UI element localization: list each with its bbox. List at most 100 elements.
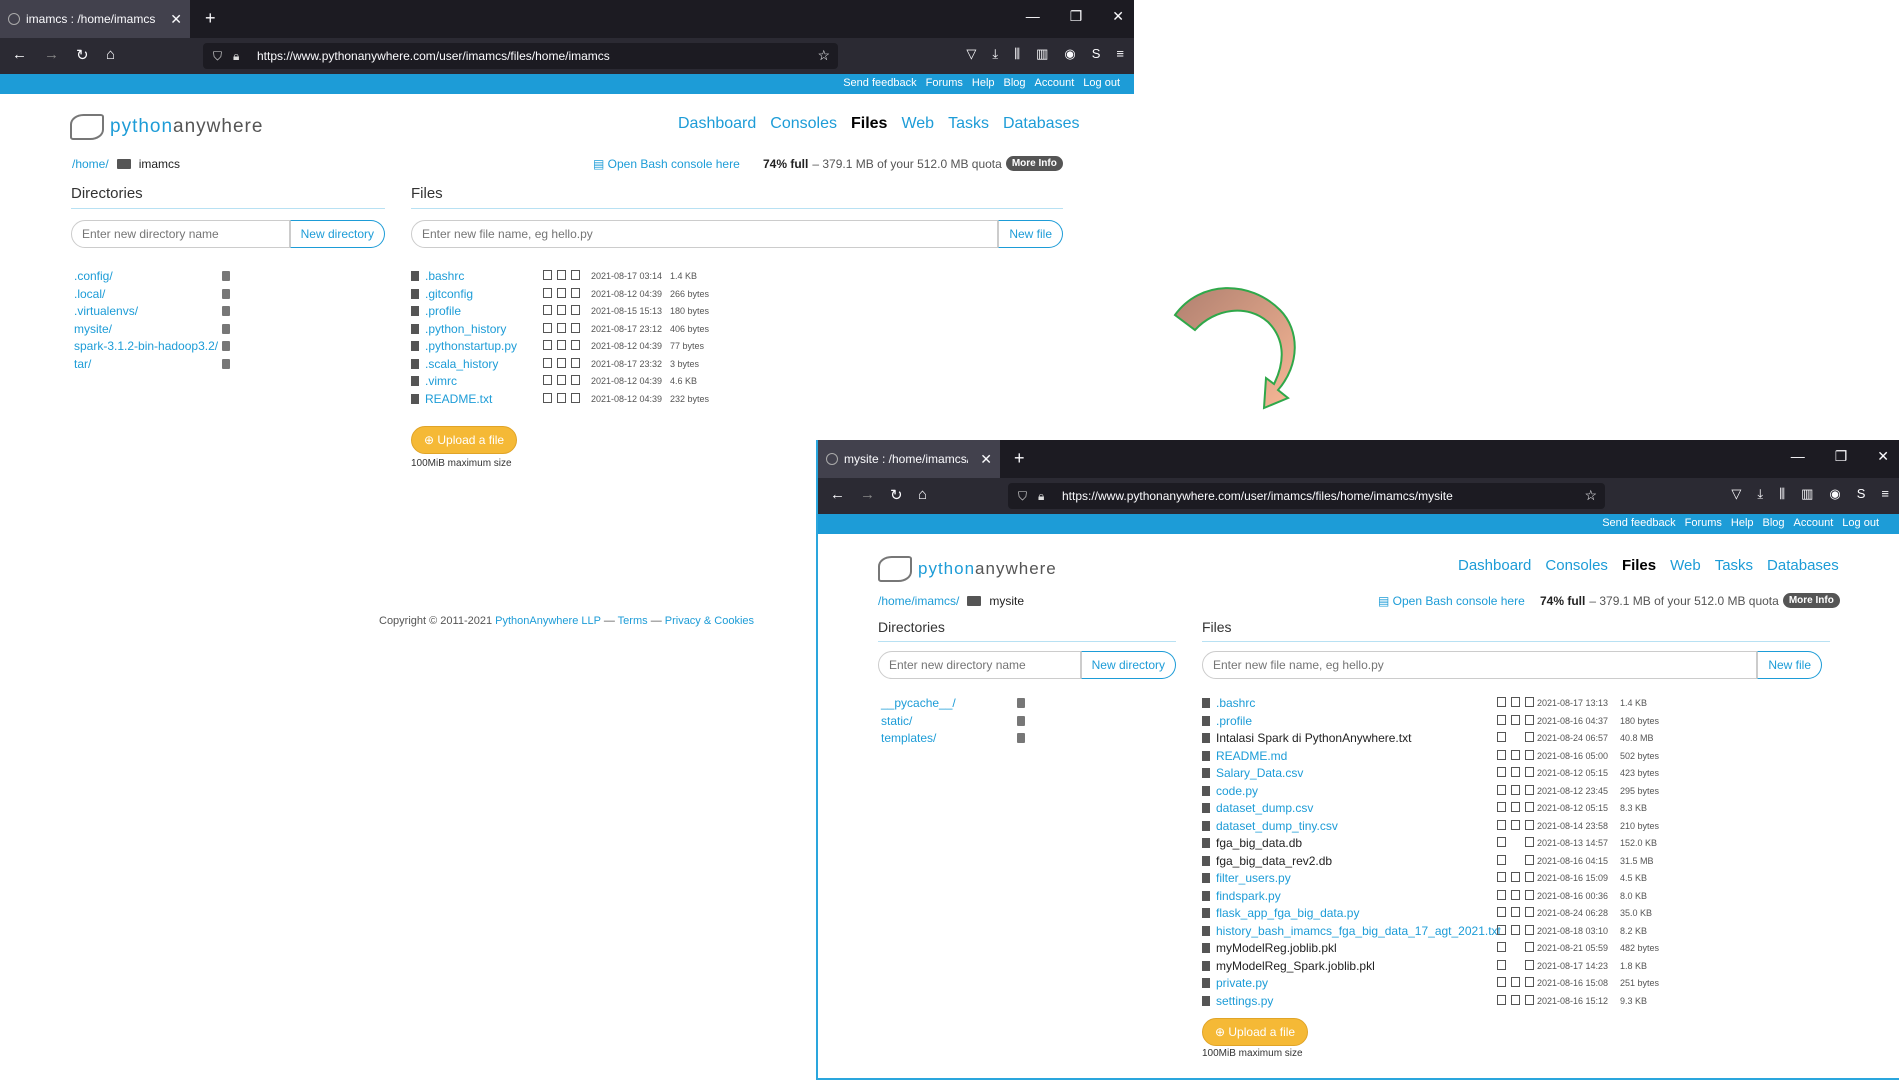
extension-icon[interactable]: ◉ [1064, 46, 1075, 62]
edit-icon[interactable] [1511, 924, 1520, 935]
file-link[interactable]: settings.py [1216, 994, 1273, 1008]
file-link[interactable]: dataset_dump.csv [1216, 801, 1313, 815]
file-link[interactable]: .profile [1216, 714, 1252, 728]
menu-icon[interactable]: ≡ [1881, 486, 1889, 502]
delete-icon[interactable] [1525, 767, 1534, 777]
shield-icon[interactable]: ⛉ [213, 49, 222, 64]
url-bar[interactable]: ⛉ 🔒︎ https://www.pythonanywhere.com/user… [203, 43, 838, 69]
browser-tab[interactable]: mysite : /home/imamcs/mysite ✕ [818, 440, 1000, 478]
delete-icon[interactable] [1525, 942, 1534, 952]
lock-icon[interactable]: 🔒︎ [1038, 489, 1044, 504]
nav-web[interactable]: Web [901, 115, 934, 133]
download-icon[interactable] [543, 357, 552, 368]
download-icon[interactable] [543, 322, 552, 333]
restore-icon[interactable]: ❐ [1835, 448, 1848, 465]
new-tab-icon[interactable]: + [1014, 448, 1025, 469]
file-link[interactable]: fga_big_data_rev2.db [1216, 854, 1332, 868]
directory-link[interactable]: .virtualenvs/ [74, 304, 138, 318]
file-link[interactable]: Intalasi Spark di PythonAnywhere.txt [1216, 731, 1411, 745]
download-icon[interactable] [1497, 802, 1506, 812]
download-icon[interactable] [543, 270, 552, 280]
nav-databases[interactable]: Databases [1767, 557, 1839, 574]
edit-icon[interactable] [1511, 994, 1520, 1005]
file-link[interactable]: myModelReg_Spark.joblib.pkl [1216, 959, 1375, 973]
logo[interactable]: pythonanywhere [70, 114, 263, 140]
edit-icon[interactable] [1511, 697, 1520, 707]
send-feedback-link[interactable]: Send feedback [843, 77, 916, 89]
new-directory-input[interactable] [878, 651, 1081, 679]
download-icon[interactable]: ⤓ [1757, 486, 1763, 502]
new-directory-button[interactable]: New directory [1080, 651, 1176, 679]
upload-file-button[interactable]: ⊕ Upload a file [411, 426, 518, 454]
browser-tab[interactable]: imamcs : /home/imamcs : Dire ✕ [0, 0, 190, 38]
directory-link[interactable]: .local/ [74, 287, 105, 301]
download-icon[interactable] [1497, 837, 1506, 847]
close-window-icon[interactable]: ✕ [1877, 448, 1889, 465]
reload-icon[interactable]: ↻ [890, 486, 903, 504]
nav-tasks[interactable]: Tasks [1715, 557, 1753, 574]
download-icon[interactable]: ⤓ [992, 46, 998, 62]
new-directory-button[interactable]: New directory [289, 220, 385, 248]
download-icon[interactable] [1497, 767, 1506, 777]
footer-terms-link[interactable]: Terms [618, 615, 648, 627]
download-icon[interactable] [543, 392, 552, 403]
shield-icon[interactable]: ⛉ [1018, 489, 1027, 504]
nav-consoles[interactable]: Consoles [770, 115, 837, 133]
download-icon[interactable] [543, 340, 552, 350]
delete-icon[interactable] [571, 270, 580, 280]
delete-icon[interactable] [571, 357, 580, 368]
delete-icon[interactable] [1525, 697, 1534, 707]
download-icon[interactable] [1497, 889, 1506, 900]
file-link[interactable]: private.py [1216, 976, 1268, 990]
delete-icon[interactable] [222, 358, 230, 369]
help-link[interactable]: Help [972, 77, 995, 89]
sidebar-icon[interactable]: ▥ [1801, 486, 1813, 502]
delete-icon[interactable] [1525, 977, 1534, 987]
nav-web[interactable]: Web [1670, 557, 1701, 574]
minimize-icon[interactable]: — [1791, 448, 1805, 465]
download-icon[interactable] [1497, 907, 1506, 917]
edit-icon[interactable] [557, 392, 566, 403]
more-info-button[interactable]: More Info [1005, 156, 1063, 171]
url-bar[interactable]: ⛉ 🔒︎ https://www.pythonanywhere.com/user… [1008, 483, 1605, 509]
edit-icon[interactable] [557, 322, 566, 333]
delete-icon[interactable] [571, 392, 580, 403]
nav-dashboard[interactable]: Dashboard [678, 115, 756, 133]
download-icon[interactable] [1497, 942, 1506, 952]
download-icon[interactable] [1497, 732, 1506, 742]
download-icon[interactable] [1497, 977, 1506, 987]
edit-icon[interactable] [557, 270, 566, 280]
file-link[interactable]: findspark.py [1216, 889, 1281, 903]
more-info-button[interactable]: More Info [1782, 593, 1840, 608]
nav-consoles[interactable]: Consoles [1545, 557, 1608, 574]
download-icon[interactable] [1497, 697, 1506, 707]
pocket-icon[interactable]: ▽ [1731, 486, 1741, 502]
download-icon[interactable] [1497, 749, 1506, 760]
download-icon[interactable] [1497, 784, 1506, 795]
delete-icon[interactable] [222, 288, 230, 299]
extension-s-icon[interactable]: S [1857, 486, 1866, 502]
back-icon[interactable]: ← [12, 46, 27, 63]
account-link[interactable]: Account [1035, 77, 1075, 89]
file-link[interactable]: .python_history [425, 322, 506, 336]
breadcrumb-link[interactable]: /home/ [72, 157, 109, 171]
home-icon[interactable]: ⌂ [106, 46, 115, 63]
delete-icon[interactable] [1525, 732, 1534, 742]
edit-icon[interactable] [1511, 784, 1520, 795]
logo[interactable]: pythonanywhere [878, 556, 1057, 582]
directory-link[interactable]: mysite/ [74, 322, 112, 336]
edit-icon[interactable] [1511, 714, 1520, 725]
download-icon[interactable] [1497, 854, 1506, 865]
nav-databases[interactable]: Databases [1003, 115, 1080, 133]
directory-link[interactable]: templates/ [881, 731, 936, 745]
file-link[interactable]: code.py [1216, 784, 1258, 798]
edit-icon[interactable] [557, 357, 566, 368]
file-link[interactable]: .bashrc [425, 269, 464, 283]
nav-tasks[interactable]: Tasks [948, 115, 989, 133]
nav-dashboard[interactable]: Dashboard [1458, 557, 1531, 574]
download-icon[interactable] [543, 305, 552, 315]
sidebar-icon[interactable]: ▥ [1036, 46, 1048, 62]
directory-link[interactable]: spark-3.1.2-bin-hadoop3.2/ [74, 339, 218, 353]
file-link[interactable]: .scala_history [425, 357, 498, 371]
directory-link[interactable]: .config/ [74, 269, 113, 283]
